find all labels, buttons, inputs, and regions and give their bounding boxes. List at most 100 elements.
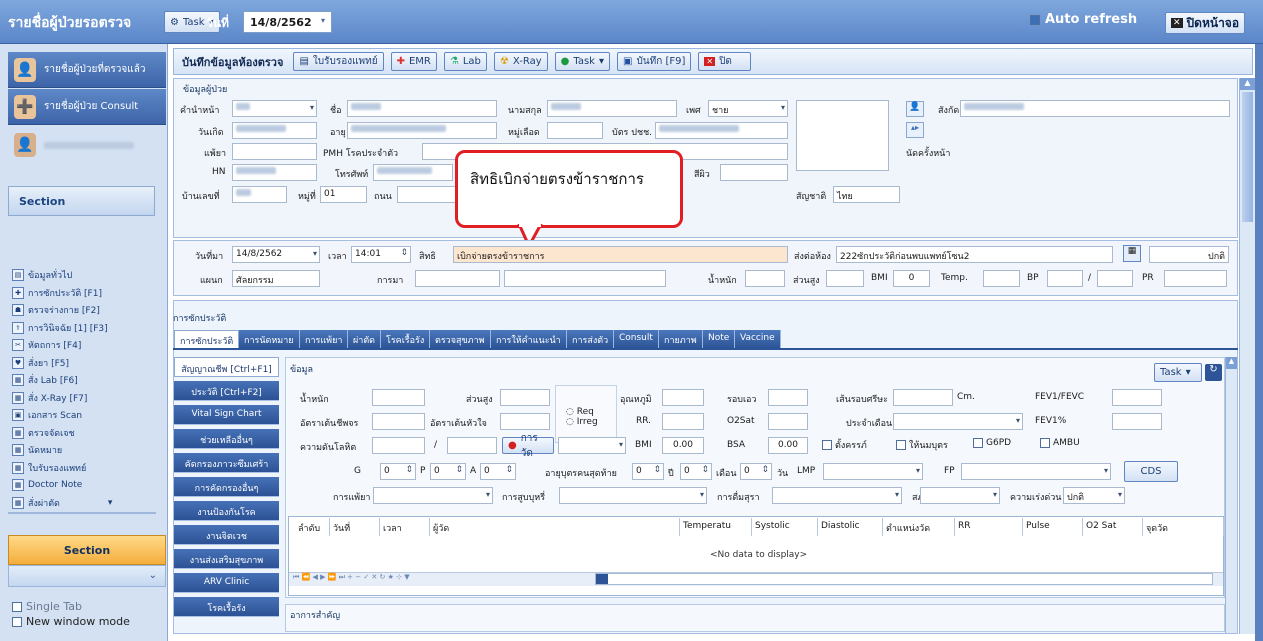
vital-temp-field[interactable] [662, 389, 704, 406]
height-field[interactable] [826, 270, 864, 287]
vital-bp-sys-field[interactable] [372, 437, 425, 454]
measure-site-field[interactable] [558, 437, 626, 454]
history-tab-4[interactable]: โรคเรื้อรัง [381, 330, 431, 348]
phone-field[interactable] [373, 164, 453, 181]
condition-field[interactable] [920, 487, 1000, 504]
vital-waist-field[interactable] [768, 389, 808, 406]
grid-col-header[interactable]: RR [955, 518, 1023, 536]
calendar-icon[interactable]: ▦ [1123, 245, 1141, 262]
bp-systolic-field[interactable] [1047, 270, 1083, 287]
save-button[interactable]: ▣ บันทึก [F9] [616, 52, 692, 71]
vital-side-tab-3[interactable]: ช่วยเหลืออื่นๆ [174, 429, 279, 449]
grid-col-header[interactable]: Temperatu [680, 518, 752, 536]
first-name-field[interactable] [347, 100, 497, 117]
vital-side-tab-0[interactable]: สัญญาณชีพ [Ctrl+F1] [174, 357, 279, 377]
birthdate-field[interactable] [232, 122, 317, 139]
lmp-field[interactable] [823, 463, 923, 480]
a-field[interactable]: 0 [480, 463, 516, 480]
history-tab-1[interactable]: การนัดหมาย [239, 330, 300, 348]
grid-col-header[interactable]: O2 Sat [1083, 518, 1143, 536]
section-bottom-button[interactable]: Section [8, 535, 166, 565]
pregnant-checkbox[interactable]: ตั้งครรภ์ [822, 438, 867, 452]
history-tab-11[interactable]: Vaccine [735, 330, 781, 348]
id-card-field[interactable] [655, 122, 788, 139]
heart-rate-field[interactable] [500, 413, 550, 430]
lookup-icon[interactable]: ▴▸ [906, 122, 924, 138]
section-item-xray-order[interactable]: ▦ สั่ง X-Ray [F7] [12, 389, 87, 407]
vital-side-tab-8[interactable]: งานส่งเสริมสุขภาพ [174, 549, 279, 569]
history-tab-10[interactable]: Note [703, 330, 736, 348]
section-item-procedure[interactable]: ✂ หัตถการ [F4] [12, 336, 81, 354]
last-child-year-field[interactable]: 0 [632, 463, 664, 480]
road-field[interactable] [397, 186, 457, 203]
section-item-history[interactable]: ✚ การซักประวัติ [F1] [12, 284, 102, 302]
nationality-field[interactable]: ไทย [833, 186, 900, 203]
history-tab-2[interactable]: การแพ้ยา [300, 330, 349, 348]
house-no-field[interactable] [232, 186, 287, 203]
urgency-field[interactable]: ปกติ [1063, 487, 1125, 504]
rr-field[interactable] [662, 413, 704, 430]
g-field[interactable]: 0 [380, 463, 416, 480]
fp-field[interactable] [961, 463, 1111, 480]
vital-side-tab-9[interactable]: ARV Clinic [174, 573, 279, 593]
temp-field[interactable] [983, 270, 1020, 287]
lab-button[interactable]: ⚗ Lab [443, 52, 487, 71]
new-window-mode-checkbox[interactable]: New window mode [12, 615, 130, 628]
grid-col-header[interactable]: Diastolic [818, 518, 883, 536]
skin-field[interactable] [720, 164, 788, 181]
weight-field[interactable] [745, 270, 785, 287]
affiliation-field[interactable] [960, 100, 1230, 117]
g6pd-checkbox[interactable]: G6PD [973, 438, 1011, 448]
xray-button[interactable]: ☢ X-Ray [493, 52, 548, 71]
auto-refresh-checkbox[interactable]: Auto refresh [1030, 12, 1137, 27]
arrival-detail-field[interactable] [504, 270, 666, 287]
vital-bp-dia-field[interactable] [447, 437, 497, 454]
medical-certificate-button[interactable]: ▤ ใบรับรองแพทย์ [293, 52, 384, 71]
vital-side-tab-5[interactable]: การคัดกรองอื่นๆ [174, 477, 279, 497]
cds-button[interactable]: CDS [1124, 461, 1178, 482]
section-item-physical-exam[interactable]: ☗ ตรวจร่างกาย [F2] [12, 301, 100, 319]
history-tab-3[interactable]: ผ่าตัด [348, 330, 382, 348]
history-tab-6[interactable]: การให้คำแนะนำ [491, 330, 567, 348]
section-item-diagnosis[interactable]: ⚕ การวินิจฉัย [1] [F3] [12, 319, 108, 337]
refresh-icon[interactable]: ↻ [1205, 364, 1222, 381]
menstruation-field[interactable] [893, 413, 1023, 430]
vital-weight-field[interactable] [372, 389, 425, 406]
section-item-doctor-note[interactable]: ▦ Doctor Note [12, 476, 82, 494]
status-field[interactable]: ปกติ [1149, 246, 1229, 263]
close-screen-button[interactable]: ✕ ปิดหน้าจอ [1165, 12, 1246, 34]
grid-hscroll[interactable] [595, 573, 1213, 585]
right-field[interactable]: เบิกจ่ายตรงข้าราชการ [453, 246, 788, 263]
section-item-lab-order[interactable]: ▦ สั่ง Lab [F6] [12, 371, 78, 389]
section-item-surgery-order[interactable]: ▦ สั่งผ่าตัด ▾ [12, 494, 112, 512]
grid-col-header[interactable]: ตำแหน่งวัด [883, 518, 955, 536]
hn-field[interactable] [232, 164, 317, 181]
section-header[interactable]: Section [8, 186, 155, 216]
prefix-field[interactable] [232, 100, 317, 117]
fev-field[interactable] [1112, 389, 1162, 406]
arrival-field[interactable] [415, 270, 500, 287]
alcohol-field[interactable] [772, 487, 902, 504]
section-item-exam-check[interactable]: ▦ ตรวจจัดเจช [12, 424, 75, 442]
consult-patients-button[interactable]: ➕ รายชื่อผู้ป่วย Consult [8, 89, 166, 125]
regular-radio[interactable]: ◌ Req [566, 407, 594, 417]
grid-col-header[interactable]: ผู้วัด [430, 518, 680, 536]
vital-side-tab-10[interactable]: โรคเรื้อรัง [174, 597, 279, 617]
smoking-field[interactable] [559, 487, 707, 504]
last-child-month-field[interactable]: 0 [680, 463, 712, 480]
history-scrollbar[interactable]: ▲ [1225, 357, 1237, 633]
vital-task-button[interactable]: Task ▾ [1154, 363, 1202, 382]
section-item-med-cert[interactable]: ▦ ใบรับรองแพทย์ [12, 459, 86, 477]
p-field[interactable]: 0 [430, 463, 466, 480]
pr-field[interactable] [1164, 270, 1227, 287]
visit-date-field[interactable]: 14/8/2562 [232, 246, 320, 263]
vital-head-field[interactable] [893, 389, 953, 406]
history-tab-5[interactable]: ตรวจสุขภาพ [430, 330, 491, 348]
o2sat-field[interactable] [768, 413, 808, 430]
section-item-scan-doc[interactable]: ▣ เอกสาร Scan [12, 406, 82, 424]
grid-col-header[interactable]: ลำดับ [295, 518, 330, 536]
send-room-field[interactable]: 222ซักประวัติก่อนพบแพทย์โซน2 [836, 246, 1113, 263]
history-tab-8[interactable]: Consult [614, 330, 659, 348]
section-expand-button[interactable]: ⌄ [8, 565, 166, 587]
sex-field[interactable]: ชาย [708, 100, 788, 117]
